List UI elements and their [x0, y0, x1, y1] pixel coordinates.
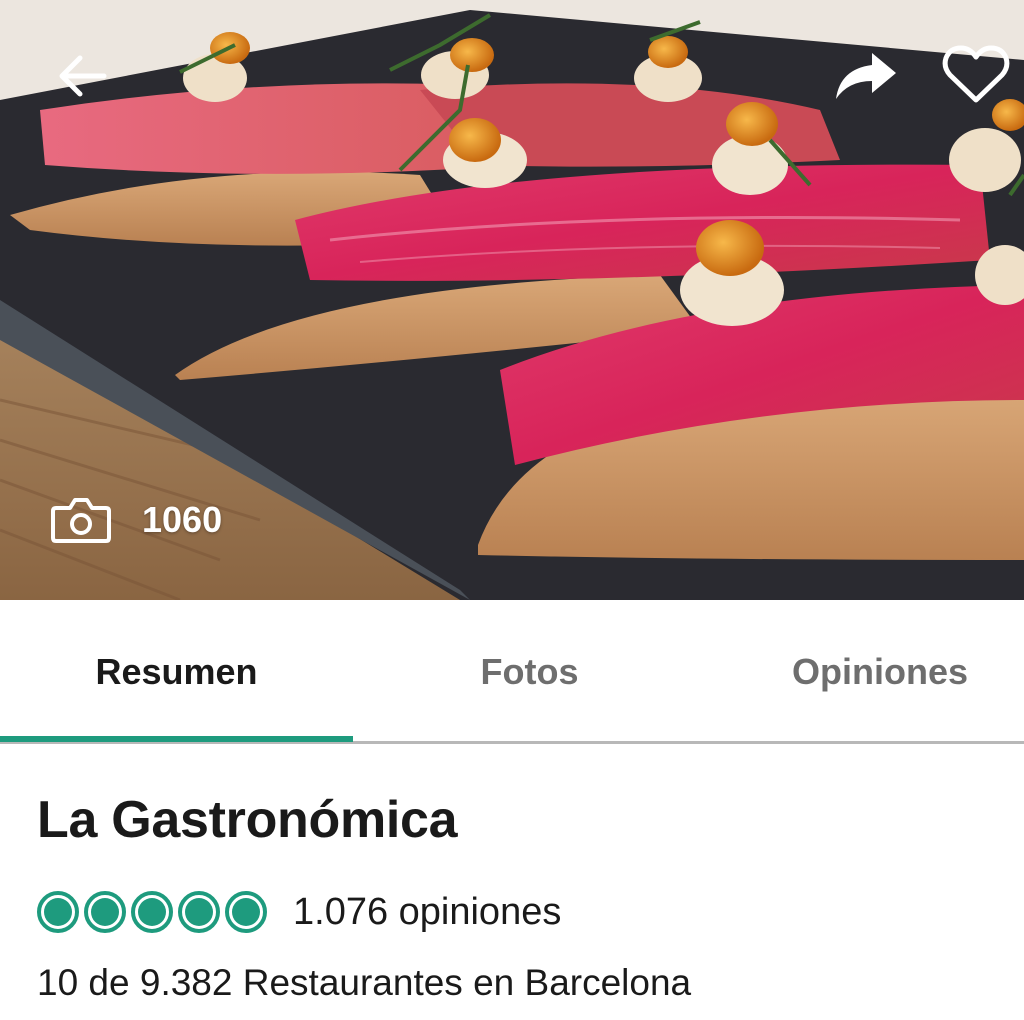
share-button[interactable]	[830, 46, 902, 106]
photo-count: 1060	[142, 499, 223, 540]
rating-bubble	[84, 891, 126, 933]
rating-bubble	[178, 891, 220, 933]
review-count-link[interactable]: 1.076 opiniones	[293, 891, 561, 934]
arrow-left-icon	[59, 55, 107, 97]
hero-photo[interactable]: 1060	[0, 0, 1024, 600]
rating-bubble	[225, 891, 267, 933]
rating-bubble	[37, 891, 79, 933]
ranking-link[interactable]: 10 de 9.382 Restaurantes en Barcelona	[37, 962, 691, 1004]
photo-count-button[interactable]: 1060	[50, 490, 222, 550]
rating-bubble	[131, 891, 173, 933]
rating-bubbles	[37, 891, 267, 933]
active-tab-indicator	[0, 736, 353, 742]
heart-outline-icon	[942, 45, 1010, 103]
share-arrow-icon	[836, 53, 896, 99]
rating-row[interactable]: 1.076 opiniones	[37, 884, 561, 940]
favorite-button[interactable]	[938, 40, 1014, 110]
tab-resumen[interactable]: Resumen	[0, 600, 353, 743]
tab-bar: Resumen Fotos Opiniones	[0, 600, 1024, 745]
camera-icon	[51, 498, 111, 543]
tab-opiniones[interactable]: Opiniones	[706, 600, 1024, 743]
tab-fotos[interactable]: Fotos	[353, 600, 706, 743]
back-button[interactable]	[50, 44, 114, 108]
restaurant-name: La Gastronómica	[37, 791, 458, 849]
